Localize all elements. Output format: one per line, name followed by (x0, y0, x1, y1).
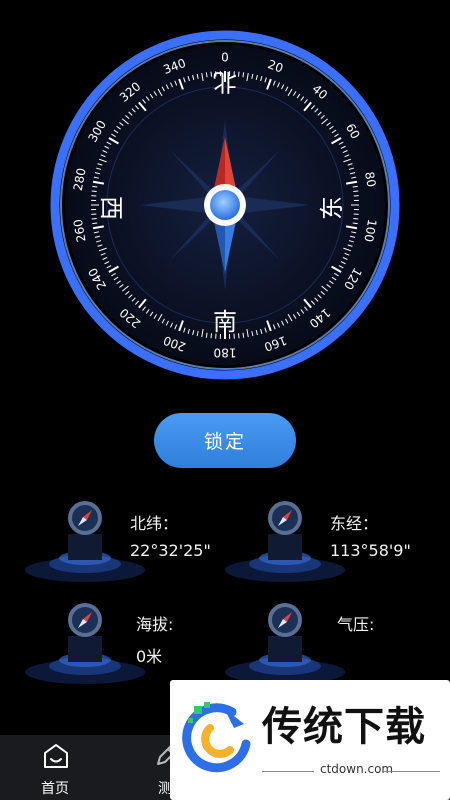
watermark-domain: ctdown.com (320, 762, 394, 776)
compass-pedestal-icon (225, 603, 345, 684)
watermark-rule-right (384, 771, 440, 772)
tick-mark (210, 71, 213, 77)
pressure-stat: 气压: (220, 592, 435, 688)
cardinal-west: 西 (97, 196, 125, 220)
degree-label: 0 (221, 51, 229, 65)
tick-mark (205, 72, 208, 78)
latitude-value: 22°32'25" (130, 541, 211, 560)
tick-mark (210, 333, 213, 339)
nav-home-label: 首页 (41, 781, 69, 797)
pressure-label: 气压: (337, 615, 375, 634)
ctdown-logo-icon (182, 702, 251, 773)
tick-mark (353, 190, 359, 193)
latitude-label: 北纬： (130, 514, 179, 533)
longitude-stat: 东经： 113°58'9" (220, 490, 435, 586)
latitude-stat: 北纬： 22°32'25" (20, 490, 235, 586)
tick-mark (205, 332, 208, 338)
watermark: 传统下载 ctdown.com (170, 680, 450, 800)
compass-pedestal-icon (25, 603, 145, 684)
watermark-brand: 传统下载 (262, 704, 426, 750)
lock-button[interactable]: 锁定 (154, 413, 296, 468)
degree-label: 80 (362, 171, 378, 188)
tick-mark (91, 190, 97, 193)
compass-pedestal-icon (225, 501, 345, 582)
tick-mark (237, 71, 240, 77)
tick-mark (353, 217, 359, 220)
tick-mark (352, 185, 358, 188)
tick-mark (352, 222, 358, 225)
altitude-value: 0米 (136, 647, 163, 666)
altitude-label: 海拔: (136, 615, 174, 634)
nav-item-home[interactable]: 首页 (10, 735, 100, 800)
degree-label: 180 (214, 346, 237, 360)
longitude-label: 东经： (330, 514, 379, 533)
longitude-value: 113°58'9" (330, 541, 411, 560)
tick-mark (92, 222, 98, 225)
cardinal-south: 南 (213, 308, 237, 336)
tick-mark (242, 332, 245, 338)
home-icon (44, 744, 68, 768)
compass-pedestal-icon (25, 501, 145, 582)
tick-mark (242, 72, 245, 78)
tick-mark (92, 185, 98, 188)
compass-dial: 0 204060801001201401601802002202402602803… (50, 30, 400, 380)
watermark-rule-left (262, 771, 314, 772)
altitude-stat: 海拔: 0米 (20, 592, 235, 688)
tick-mark (91, 217, 97, 220)
cardinal-east: 东 (318, 196, 346, 220)
needle-hub-center (210, 190, 240, 220)
tick-mark (237, 333, 240, 339)
cardinal-north: 北 (213, 68, 237, 96)
